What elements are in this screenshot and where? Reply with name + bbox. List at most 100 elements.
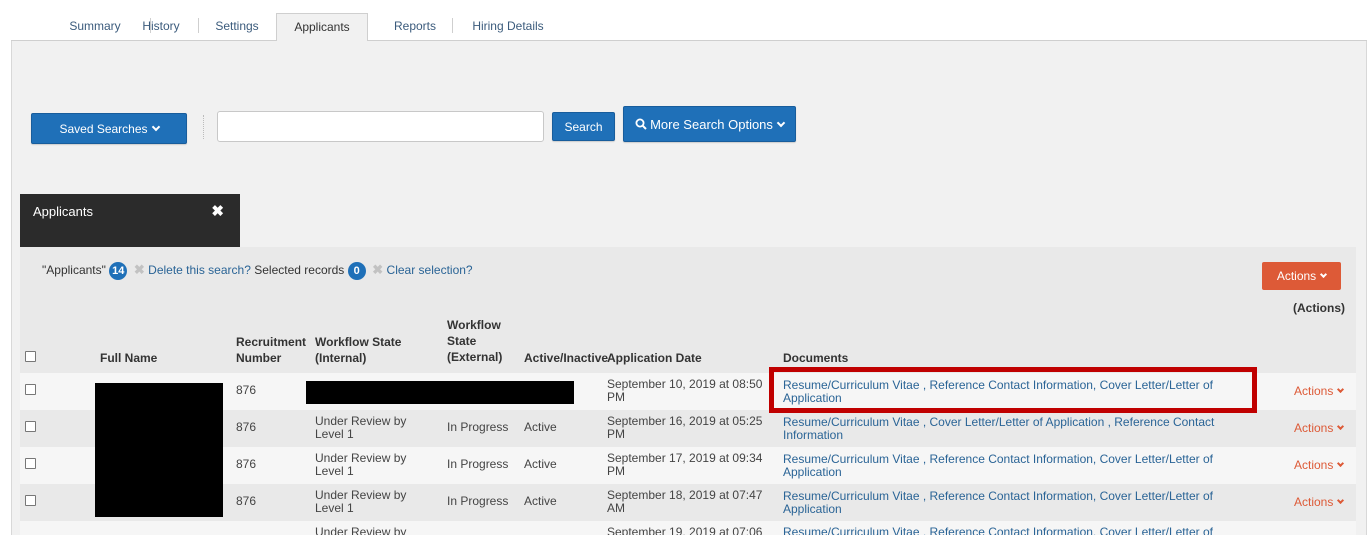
clear-selection-link[interactable]: Clear selection?	[387, 263, 473, 277]
chevron-down-icon	[1337, 422, 1345, 431]
workflow-external: In Progress	[447, 494, 509, 508]
application-date: September 17, 2019 at 09:34 PM	[607, 452, 762, 478]
documents-line-2: Application	[783, 502, 842, 516]
row-actions-link[interactable]: Actions	[1294, 458, 1345, 472]
col-application-date[interactable]: Application Date	[607, 350, 702, 366]
workflow-external: In Progress	[447, 420, 509, 434]
tab-hiring-details[interactable]: Hiring Details	[462, 13, 554, 41]
row-actions-label: Actions	[1294, 495, 1334, 509]
saved-searches-button[interactable]: Saved Searches	[31, 113, 187, 144]
highlight-box	[769, 367, 1257, 413]
recruitment-number: 876	[236, 494, 257, 508]
col-active-inactive[interactable]: Active/Inactive	[524, 350, 608, 366]
application-date: September 10, 2019 at 08:50 PM	[607, 378, 762, 404]
workflow-internal-line-2: Level 1	[315, 464, 354, 478]
application-date-line-1: September 18, 2019 at 07:47	[607, 488, 763, 502]
row-actions-label: Actions	[1294, 384, 1334, 398]
tab-reports[interactable]: Reports	[377, 13, 453, 41]
application-date-line-1: September 16, 2019 at 05:25	[607, 414, 763, 428]
active-status: Active	[524, 420, 557, 434]
application-date: September 19, 2019 at 07:06	[607, 525, 763, 535]
bulk-actions-label: Actions	[1276, 269, 1317, 283]
chevron-down-icon	[151, 122, 160, 132]
search-results-tab-label: Applicants	[33, 204, 93, 219]
tab-history[interactable]: History	[123, 13, 199, 41]
search-results-tab[interactable]: Applicants ✖	[20, 194, 240, 247]
application-date-line-2: PM	[607, 464, 625, 478]
col-wf-internal-line-1: Workflow State	[315, 335, 402, 349]
row-checkbox[interactable]	[25, 458, 36, 469]
row-actions-link[interactable]: Actions	[1294, 384, 1345, 398]
recruitment-number: 876	[236, 457, 257, 471]
selected-count-badge: 0	[347, 262, 366, 280]
close-icon[interactable]: ✖	[211, 202, 224, 220]
chevron-down-icon	[1337, 459, 1345, 468]
workflow-internal: Under Review by	[315, 525, 407, 535]
search-input[interactable]	[217, 111, 544, 142]
active-status: Active	[524, 457, 557, 471]
documents-line-2: Application	[783, 465, 842, 479]
application-date-line-2: AM	[607, 501, 625, 515]
application-date-line-1: September 17, 2019 at 09:34	[607, 451, 763, 465]
redacted-full-name	[95, 383, 223, 517]
chevron-down-icon	[1320, 270, 1328, 279]
row-checkbox[interactable]	[25, 421, 36, 432]
application-date-line-2: PM	[607, 390, 625, 404]
col-full-name[interactable]: Full Name	[100, 350, 157, 366]
row-checkbox[interactable]	[25, 495, 36, 506]
col-recruitment-line-2: Number	[236, 351, 282, 365]
col-workflow-internal[interactable]: Workflow State (Internal)	[315, 334, 401, 366]
col-wf-internal-line-2: (Internal)	[315, 351, 367, 365]
toolbar-divider	[203, 115, 204, 139]
row-actions-link[interactable]: Actions	[1294, 421, 1345, 435]
chevron-down-icon	[776, 118, 786, 128]
workflow-external: In Progress	[447, 457, 509, 471]
documents-link[interactable]: Resume/Curriculum Vitae , Reference Cont…	[783, 490, 1253, 516]
redacted-workflow	[306, 381, 574, 404]
row-actions-link[interactable]: Actions	[1294, 495, 1345, 509]
col-wf-external-line-2: State	[447, 334, 477, 348]
col-wf-external-line-1: Workflow	[447, 318, 501, 332]
documents-line-1: Resume/Curriculum Vitae , Cover Letter/L…	[783, 415, 1215, 429]
search-name: "Applicants"	[42, 263, 106, 277]
recruitment-number: 876	[236, 420, 257, 434]
search-icon	[635, 118, 647, 130]
col-workflow-external[interactable]: Workflow State (External)	[447, 317, 502, 365]
col-documents[interactable]: Documents	[783, 350, 848, 366]
documents-line-2: Information	[783, 428, 844, 442]
select-all-checkbox[interactable]	[25, 351, 36, 362]
delete-search-link[interactable]: Delete this search?	[148, 263, 251, 277]
row-checkbox[interactable]	[25, 384, 36, 395]
bulk-actions-button[interactable]: Actions	[1262, 262, 1341, 290]
workflow-internal-line-2: Level 1	[315, 501, 354, 515]
selected-records-label: Selected records	[254, 263, 345, 277]
application-date-line-2: PM	[607, 427, 625, 441]
row-actions-label: Actions	[1294, 421, 1334, 435]
workflow-internal: Under Review by Level 1	[315, 489, 406, 515]
recruitment-number: 876	[236, 383, 257, 397]
documents-link[interactable]: Resume/Curriculum Vitae , Cover Letter/L…	[783, 416, 1253, 442]
documents-link[interactable]: Resume/Curriculum Vitae , Reference Cont…	[783, 526, 1253, 535]
application-date: September 16, 2019 at 05:25 PM	[607, 415, 762, 441]
actions-column-header: (Actions)	[1293, 301, 1345, 315]
saved-searches-label: Saved Searches	[59, 122, 148, 136]
col-recruitment-number[interactable]: Recruitment Number	[236, 334, 306, 366]
tab-settings[interactable]: Settings	[199, 13, 275, 41]
tab-applicants[interactable]: Applicants	[276, 13, 368, 42]
more-search-options-button[interactable]: More Search Options	[623, 106, 796, 142]
clear-selection-icon[interactable]: ✖	[372, 262, 383, 277]
active-status: Active	[524, 494, 557, 508]
search-button[interactable]: Search	[552, 112, 615, 141]
application-date: September 18, 2019 at 07:47 AM	[607, 489, 762, 515]
delete-search-icon[interactable]: ✖	[134, 262, 145, 277]
workflow-internal: Under Review by Level 1	[315, 452, 406, 478]
documents-line-1: Resume/Curriculum Vitae , Reference Cont…	[783, 489, 1213, 503]
application-date-line-1: September 10, 2019 at 08:50	[607, 377, 763, 391]
documents-link[interactable]: Resume/Curriculum Vitae , Reference Cont…	[783, 453, 1253, 479]
chevron-down-icon	[1337, 496, 1345, 505]
tab-bar: Summary History Settings Applicants Repo…	[11, 13, 1367, 42]
results-summary: "Applicants" 14 ✖ Delete this search? Se…	[42, 262, 473, 280]
result-count-badge: 14	[109, 262, 128, 280]
more-search-options-label: More Search Options	[650, 117, 773, 132]
workflow-internal: Under Review by Level 1	[315, 415, 406, 441]
